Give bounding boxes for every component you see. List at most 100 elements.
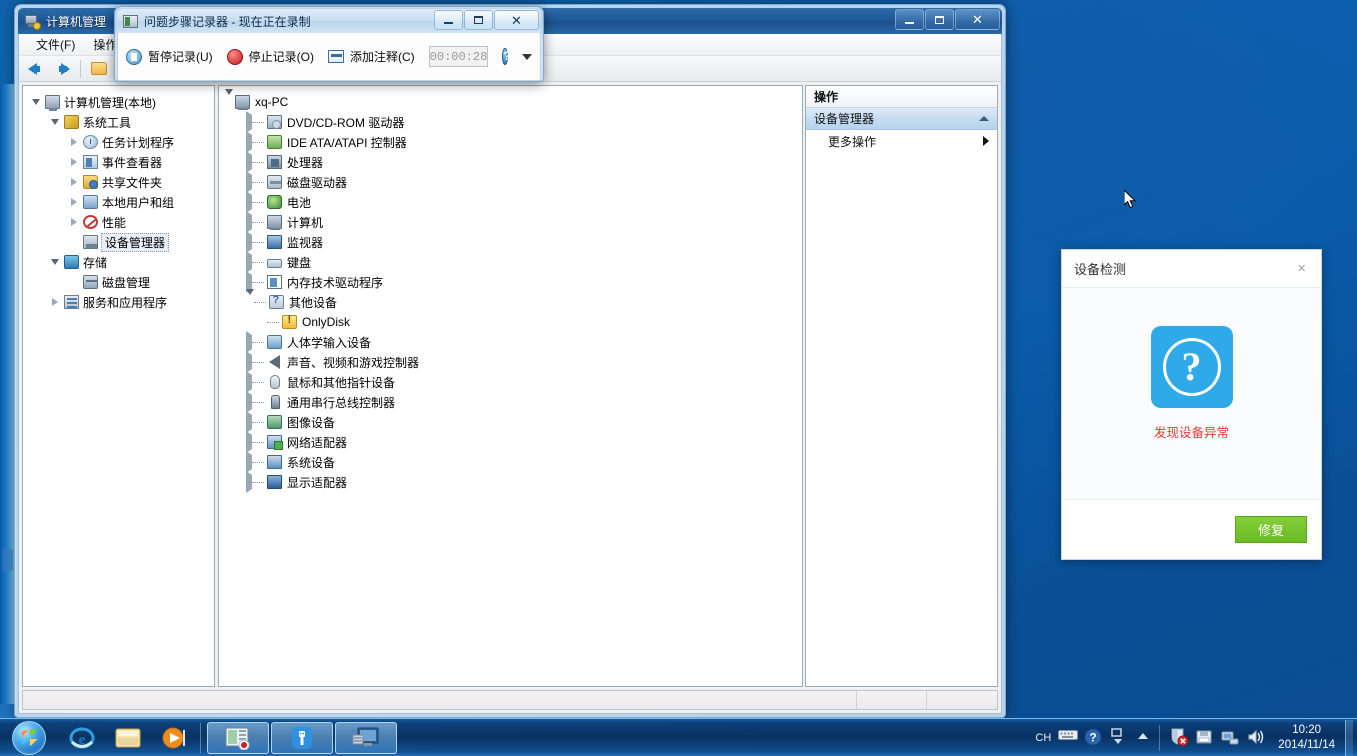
device-tree-item[interactable]: 监视器 (225, 232, 802, 252)
tree-expander[interactable] (225, 95, 233, 109)
device-tree-item[interactable]: 磁盘驱动器 (225, 172, 802, 192)
psr-titlebar[interactable]: 问题步骤记录器 - 现在正在录制 ✕ (117, 9, 541, 33)
show-hidden-icons-icon[interactable] (1136, 728, 1150, 748)
expander-closed-icon[interactable] (71, 158, 77, 166)
device-tree-item[interactable]: 系统设备 (225, 452, 802, 472)
console-tree-item[interactable]: 共享文件夹 (27, 172, 212, 192)
windows-explorer-icon[interactable] (106, 721, 150, 755)
psr-stop-button[interactable]: 停止记录(O) (227, 48, 314, 65)
device-tree-item[interactable]: 处理器 (225, 152, 802, 172)
tree-expander[interactable] (29, 99, 43, 105)
close-icon[interactable]: × (1294, 259, 1309, 278)
tree-expander[interactable] (48, 298, 62, 306)
network-icon[interactable] (1221, 728, 1241, 748)
security-alert-icon[interactable] (1169, 728, 1189, 748)
console-tree-item-label: 磁盘管理 (99, 274, 150, 291)
start-orb-icon[interactable] (2, 720, 56, 756)
tree-expander[interactable] (67, 198, 81, 206)
help-icon[interactable] (502, 48, 508, 65)
up-folder-icon[interactable] (88, 58, 110, 80)
menu-file[interactable]: 文件(F) (27, 34, 84, 55)
device-tree-item[interactable]: IDE ATA/ATAPI 控制器 (225, 132, 802, 152)
clock-date: 2014/11/14 (1278, 738, 1335, 753)
expander-closed-icon[interactable] (71, 218, 77, 226)
device-tree-item[interactable]: 计算机 (225, 212, 802, 232)
computer-management-taskbtn[interactable] (335, 722, 397, 754)
device-tree-item[interactable]: OnlyDisk (225, 312, 802, 332)
device-tree-item[interactable]: 显示适配器 (225, 472, 802, 492)
usb-device-tool-taskbtn[interactable] (271, 722, 333, 754)
ime-options-icon[interactable] (1110, 728, 1130, 748)
device-tree-item[interactable]: xq-PC (225, 92, 802, 112)
device-tree-item[interactable]: 声音、视频和游戏控制器 (225, 352, 802, 372)
internet-explorer-icon[interactable]: e (60, 721, 104, 755)
status-pane-main (23, 691, 857, 709)
maximize-button[interactable] (925, 9, 954, 30)
tree-expander[interactable] (67, 178, 81, 186)
expander-open-icon[interactable] (32, 99, 40, 105)
psr-add-comment-button[interactable]: 添加注释(C) (328, 48, 415, 65)
device-tree-item[interactable]: 内存技术驱动程序 (225, 272, 802, 292)
device-tree-item[interactable]: 通用串行总线控制器 (225, 392, 802, 412)
chevron-up-icon[interactable] (979, 116, 989, 121)
psr-pause-button[interactable]: 暂停记录(U) (126, 48, 213, 65)
tree-expander[interactable] (48, 119, 62, 125)
console-tree-item[interactable]: 性能 (27, 212, 212, 232)
console-tree-item[interactable]: 本地用户和组 (27, 192, 212, 212)
tree-expander[interactable] (67, 218, 81, 226)
psr-close-button[interactable]: ✕ (494, 10, 539, 30)
clock[interactable]: 10:20 2014/11/14 (1270, 723, 1343, 753)
device-tree-item[interactable]: 电池 (225, 192, 802, 212)
device-tree-item[interactable]: DVD/CD-ROM 驱动器 (225, 112, 802, 132)
show-desktop-button[interactable] (1345, 720, 1353, 756)
psr-maximize-button[interactable] (464, 10, 493, 30)
console-tree-item[interactable]: 服务和应用程序 (27, 292, 212, 312)
chevron-down-icon[interactable] (522, 54, 532, 60)
keyboard-ime-icon[interactable] (1058, 728, 1078, 748)
repair-button[interactable]: 修复 (1235, 516, 1307, 543)
expander-open-icon[interactable] (51, 259, 59, 265)
close-button[interactable]: ✕ (955, 9, 1000, 30)
system-device-icon (265, 455, 283, 469)
console-tree-item[interactable]: 系统工具 (27, 112, 212, 132)
device-tree-item[interactable]: 图像设备 (225, 412, 802, 432)
console-tree-item-label: 事件查看器 (99, 154, 162, 171)
actions-more-actions[interactable]: 更多操作 (806, 130, 997, 152)
expander-open-icon[interactable] (51, 119, 59, 125)
removable-media-icon[interactable] (1195, 728, 1215, 748)
windows-media-player-icon[interactable] (152, 721, 196, 755)
tree-expander[interactable] (67, 158, 81, 166)
expander-closed-icon[interactable] (52, 298, 58, 306)
expander-closed-icon[interactable] (71, 198, 77, 206)
volume-icon[interactable] (1247, 728, 1267, 748)
minimize-button[interactable] (895, 9, 924, 30)
console-tree-item[interactable]: 存储 (27, 252, 212, 272)
device-tree-item[interactable]: 人体学输入设备 (225, 332, 802, 352)
console-tree-item[interactable]: 计算机管理(本地) (27, 92, 212, 112)
device-tree-item[interactable]: 网络适配器 (225, 432, 802, 452)
tree-expander[interactable] (246, 295, 254, 309)
console-tree-item[interactable]: 事件查看器 (27, 152, 212, 172)
tree-expander[interactable] (48, 259, 62, 265)
ime-language-indicator[interactable]: CH (1035, 732, 1051, 744)
console-tree-item[interactable]: 任务计划程序 (27, 132, 212, 152)
scrollbar-thumb[interactable] (2, 549, 13, 571)
console-tree-item[interactable]: 磁盘管理 (27, 272, 212, 292)
actions-group-device-manager[interactable]: 设备管理器 (806, 108, 997, 130)
expander-closed-icon[interactable] (71, 178, 77, 186)
window-title: 计算机管理 (46, 13, 106, 30)
device-tree-item[interactable]: 键盘 (225, 252, 802, 272)
problem-steps-recorder-taskbtn[interactable] (207, 722, 269, 754)
back-arrow-icon[interactable] (25, 58, 47, 80)
psr-minimize-button[interactable] (434, 10, 463, 30)
expander-open-icon[interactable] (225, 89, 233, 109)
forward-arrow-icon[interactable] (51, 58, 73, 80)
help-icon[interactable]: ? (1084, 728, 1104, 748)
device-tree-item-label: 其他设备 (285, 294, 337, 311)
console-tree-item[interactable]: 设备管理器 (27, 232, 212, 252)
device-tree-item[interactable]: 其他设备 (225, 292, 802, 312)
device-tree-item[interactable]: 鼠标和其他指针设备 (225, 372, 802, 392)
expander-closed-icon[interactable] (71, 138, 77, 146)
tree-expander[interactable] (67, 138, 81, 146)
expander-open-icon[interactable] (246, 289, 254, 309)
